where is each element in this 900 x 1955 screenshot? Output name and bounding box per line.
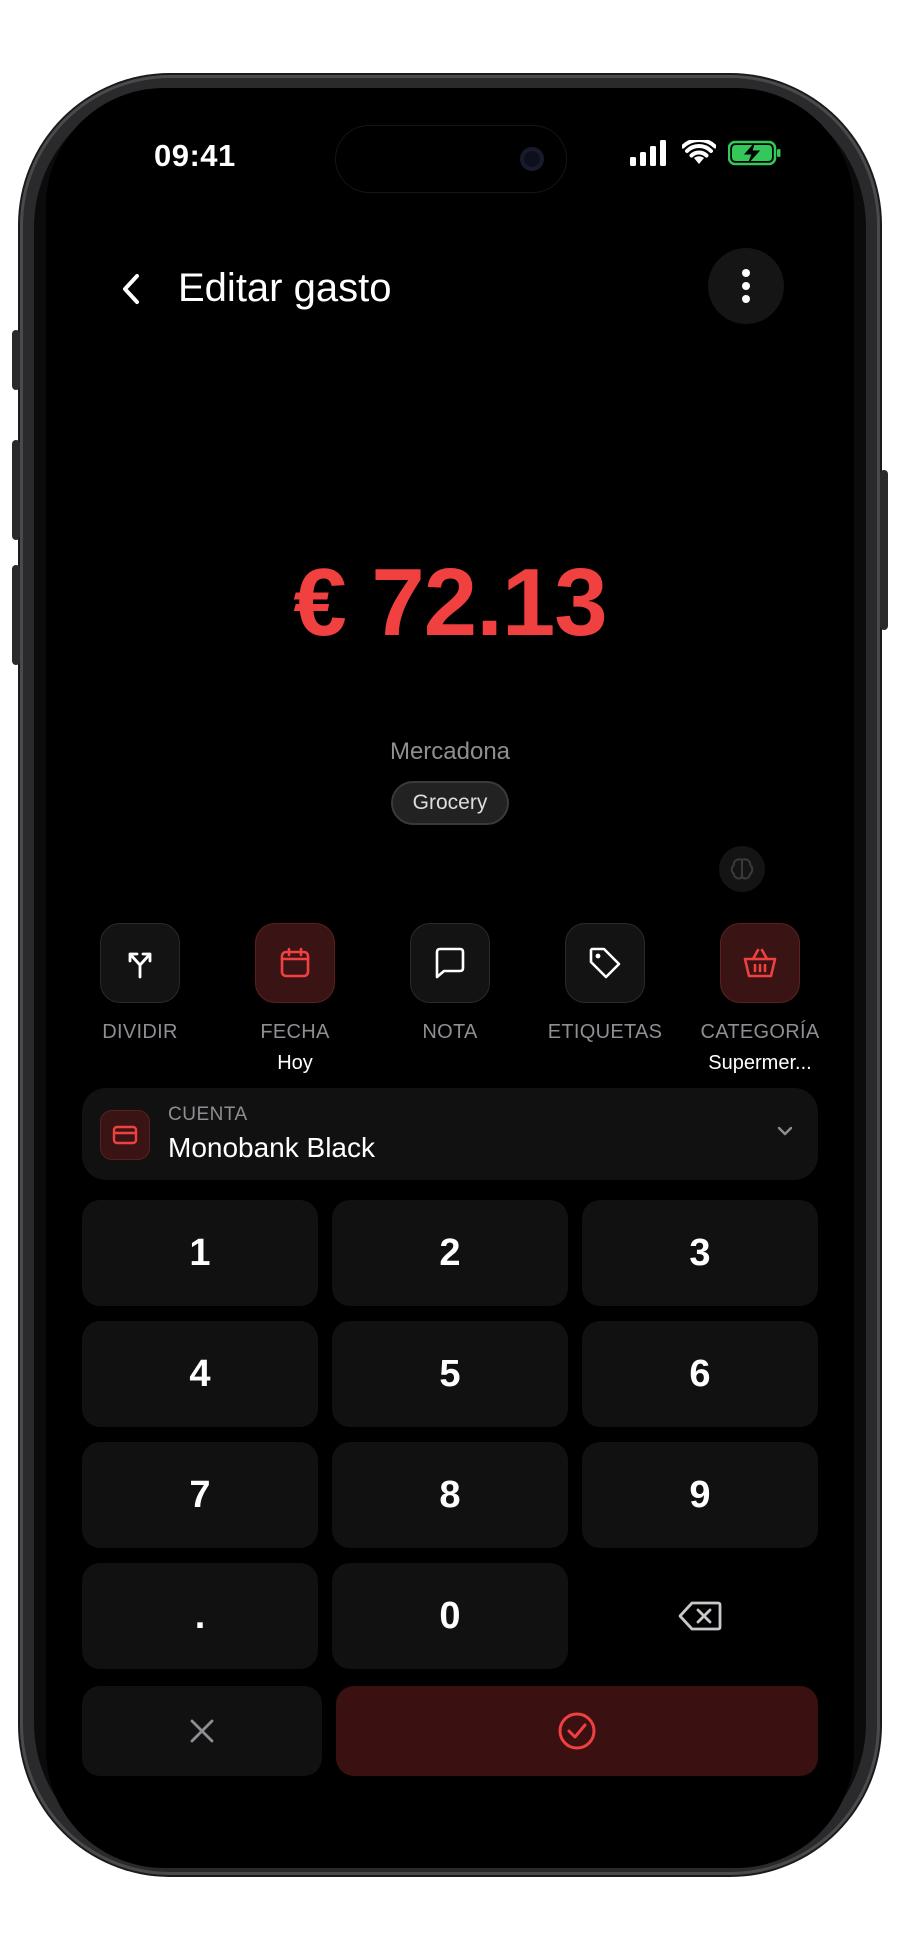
key-6[interactable]: 6 bbox=[582, 1321, 818, 1427]
check-circle-icon bbox=[558, 1712, 596, 1750]
chevron-left-icon bbox=[123, 274, 139, 304]
account-selector[interactable]: CUENTA Monobank Black bbox=[82, 1088, 818, 1180]
category-button[interactable] bbox=[720, 923, 800, 1003]
key-5[interactable]: 5 bbox=[332, 1321, 568, 1427]
tag-icon bbox=[589, 947, 621, 979]
key-2[interactable]: 2 bbox=[332, 1200, 568, 1306]
action-value: Supermer... bbox=[708, 1052, 812, 1074]
action-tags[interactable]: ETIQUETAS bbox=[531, 923, 679, 1076]
ai-suggest-button[interactable] bbox=[719, 846, 765, 892]
tags-button[interactable] bbox=[565, 923, 645, 1003]
power-button bbox=[880, 470, 888, 630]
status-icons bbox=[630, 140, 782, 166]
basket-icon bbox=[743, 948, 777, 978]
calendar-icon bbox=[280, 947, 310, 978]
front-camera-icon bbox=[520, 147, 544, 171]
action-label: CATEGORÍA bbox=[700, 1021, 820, 1043]
more-options-button[interactable] bbox=[708, 248, 784, 324]
back-button[interactable] bbox=[106, 264, 156, 314]
wifi-icon bbox=[682, 140, 716, 164]
action-label: ETIQUETAS bbox=[547, 1021, 663, 1043]
close-icon bbox=[190, 1719, 214, 1743]
note-icon bbox=[435, 947, 465, 979]
card-icon bbox=[100, 1110, 150, 1160]
action-date[interactable]: FECHA Hoy bbox=[221, 923, 369, 1076]
dynamic-island bbox=[336, 126, 566, 192]
account-label: CUENTA bbox=[168, 1104, 248, 1125]
key-8[interactable]: 8 bbox=[332, 1442, 568, 1548]
action-category[interactable]: CATEGORÍA Supermer... bbox=[686, 923, 834, 1076]
action-button bbox=[12, 330, 20, 390]
account-value: Monobank Black bbox=[168, 1132, 376, 1163]
expense-amount[interactable]: € 72.13 bbox=[46, 548, 854, 658]
save-button[interactable] bbox=[336, 1686, 818, 1776]
key-4[interactable]: 4 bbox=[82, 1321, 318, 1427]
volume-down-button bbox=[12, 565, 20, 665]
backspace-icon bbox=[678, 1601, 722, 1631]
battery-charging-icon bbox=[728, 140, 781, 166]
merchant-name[interactable]: Mercadona bbox=[46, 738, 854, 766]
app-screen: 09:41 Editar gasto € 72.13 Mercadona Gro… bbox=[46, 88, 854, 1868]
key-7[interactable]: 7 bbox=[82, 1442, 318, 1548]
split-button[interactable] bbox=[100, 923, 180, 1003]
key-3[interactable]: 3 bbox=[582, 1200, 818, 1306]
cancel-button[interactable] bbox=[82, 1686, 322, 1776]
action-label: FECHA bbox=[260, 1021, 330, 1043]
date-button[interactable] bbox=[255, 923, 335, 1003]
key-0[interactable]: 0 bbox=[332, 1563, 568, 1669]
action-label: DIVIDIR bbox=[102, 1021, 178, 1043]
action-label: NOTA bbox=[422, 1021, 478, 1043]
status-time: 09:41 bbox=[154, 138, 236, 173]
split-icon bbox=[128, 952, 152, 979]
note-button[interactable] bbox=[410, 923, 490, 1003]
top-bar: Editar gasto bbox=[46, 248, 854, 338]
chevron-down-icon bbox=[777, 1126, 793, 1136]
action-split[interactable]: DIVIDIR bbox=[66, 923, 214, 1076]
signal-icon bbox=[630, 140, 666, 166]
action-value: Hoy bbox=[277, 1052, 313, 1074]
volume-up-button bbox=[12, 440, 20, 540]
more-vertical-icon bbox=[742, 269, 750, 303]
action-note[interactable]: NOTA bbox=[376, 923, 524, 1076]
page-title: Editar gasto bbox=[178, 266, 392, 310]
key-9[interactable]: 9 bbox=[582, 1442, 818, 1548]
key-decimal[interactable]: . bbox=[82, 1563, 318, 1669]
status-bar: 09:41 bbox=[46, 88, 854, 198]
key-1[interactable]: 1 bbox=[82, 1200, 318, 1306]
expense-actions: DIVIDIR FECHA Hoy NOTA ETIQUETAS CATEGOR… bbox=[66, 923, 834, 1076]
tag-chip[interactable]: Grocery bbox=[391, 781, 509, 825]
brain-icon bbox=[730, 858, 754, 880]
backspace-button[interactable] bbox=[582, 1563, 818, 1669]
